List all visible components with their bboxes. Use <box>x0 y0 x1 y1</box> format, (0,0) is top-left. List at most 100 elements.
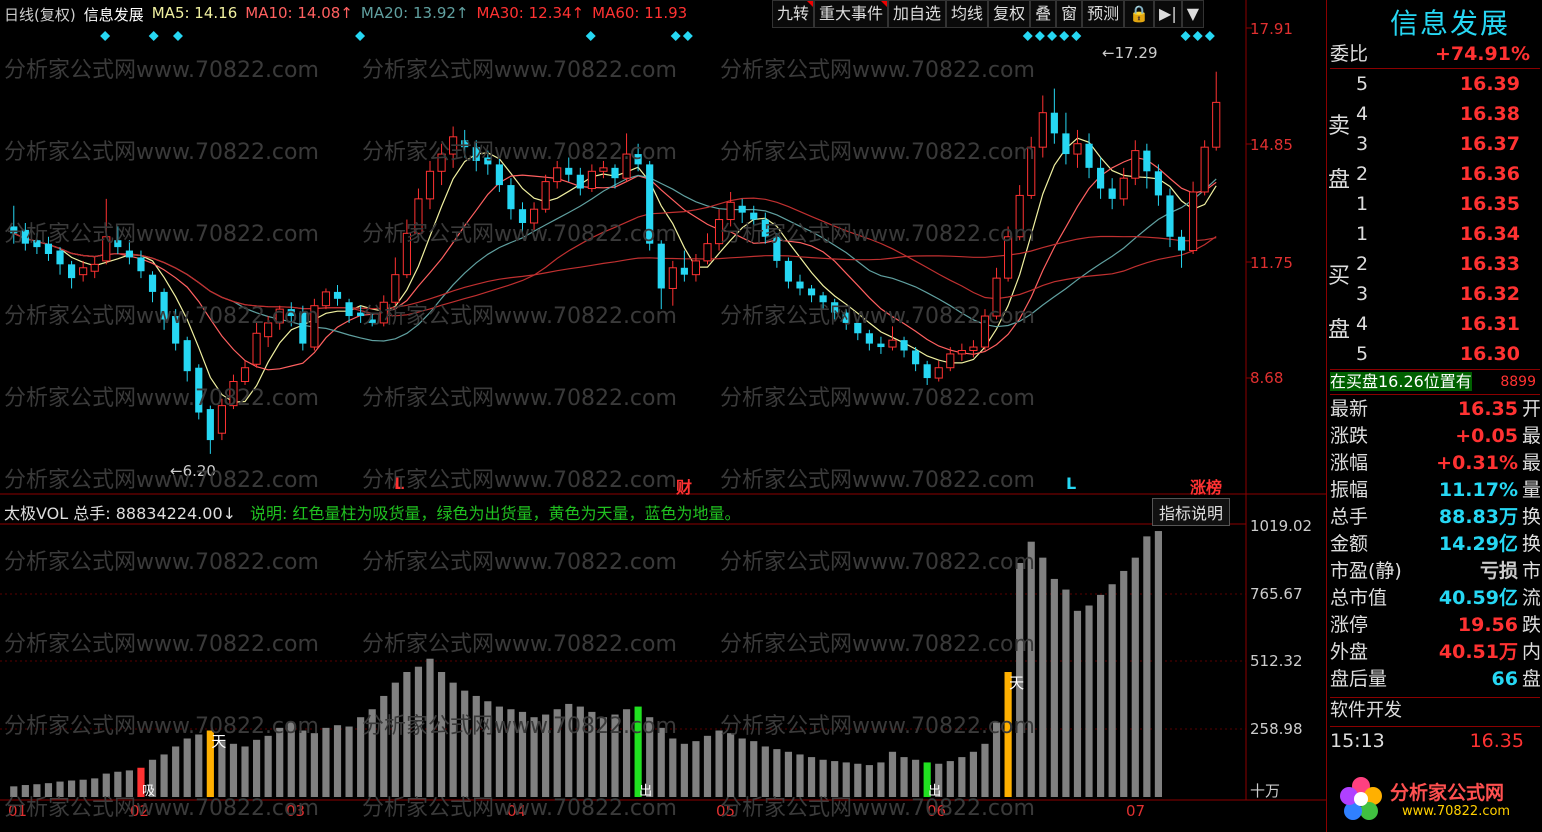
volume-bar <box>1050 578 1058 797</box>
event-diamond-icon <box>172 31 183 41</box>
indicator-help-button[interactable]: 指标说明 <box>1152 498 1231 526</box>
candle-body <box>299 312 307 344</box>
candle-body <box>611 167 619 179</box>
chevron-down-icon[interactable]: ▼ <box>1181 0 1205 28</box>
volume-bar <box>807 757 816 797</box>
candle-body <box>1189 191 1198 252</box>
volume-unit: 十万 <box>1250 782 1281 800</box>
event-diamond-icon <box>1180 31 1191 41</box>
volume-bar <box>195 734 203 797</box>
event-diamond-icon <box>1034 31 1045 41</box>
candle-body <box>923 364 931 379</box>
candle-body <box>553 167 562 183</box>
main-chart-canvas[interactable]: 天天出 出吸 <box>0 0 1326 832</box>
candle-body <box>495 164 503 186</box>
overlay-button[interactable]: 叠 <box>1030 0 1057 28</box>
candle-body <box>541 181 550 210</box>
stat-row: 市盈(静) 亏损市 <box>1330 558 1540 585</box>
candle-body <box>796 281 804 289</box>
volume-bar <box>530 717 538 797</box>
tian-label: 天 <box>1009 674 1024 692</box>
volume-bar <box>33 784 41 797</box>
stat-value: 11.17% <box>1438 479 1518 501</box>
volume-bar <box>56 781 64 797</box>
stat-value: 19.56 <box>1457 614 1518 636</box>
candle-body <box>137 257 145 272</box>
event-diamond-icon <box>1022 31 1033 41</box>
l-marker[interactable]: L <box>1066 474 1076 493</box>
candle-body <box>472 147 480 161</box>
candle-body <box>934 367 943 379</box>
financial-report-marker[interactable]: 财 <box>676 474 692 498</box>
side-stock-title: 信息发展 <box>1390 7 1511 40</box>
buy-row[interactable]: 4 16.31 <box>1356 310 1526 338</box>
window-button[interactable]: 窗 <box>1056 0 1083 28</box>
date-tick: 04 <box>507 802 527 820</box>
order-notice-text: 在买盘16.26位置有 <box>1330 372 1472 391</box>
stat-row: 振幅 11.17% 量 <box>1330 477 1540 504</box>
sell-row[interactable]: 2 16.36 <box>1356 160 1526 188</box>
candle-body <box>68 264 76 279</box>
volume-bar <box>1120 570 1128 797</box>
volume-bar <box>125 770 133 797</box>
adjust-button[interactable]: 复权 <box>988 0 1031 28</box>
indicator-description: 说明: 红色量柱为吸货量，绿色为出货量，黄色为天量，蓝色为地量。 <box>250 504 741 523</box>
lock-icon[interactable]: 🔒 <box>1124 0 1155 28</box>
ma30-label: MA30: 12.34↑ <box>476 4 585 22</box>
candle-body <box>738 205 746 213</box>
l-marker[interactable]: L <box>394 474 404 493</box>
stat-row: 总市值 40.59亿流 <box>1330 585 1540 612</box>
volume-bar <box>461 690 469 797</box>
stat-value: 16.35 <box>1457 398 1518 420</box>
add-watchlist-button[interactable]: 加自选 <box>888 0 947 28</box>
sell-row[interactable]: 3 16.37 <box>1356 130 1526 158</box>
candle-body <box>854 322 862 334</box>
candle-body <box>1177 236 1186 251</box>
top-gainers-marker[interactable]: 涨榜 <box>1190 474 1222 498</box>
tick-row: 15:13 16.35 <box>1330 726 1540 755</box>
volume-bar <box>172 746 180 797</box>
candle-body <box>240 367 250 383</box>
stat-value: 14.29亿 <box>1438 533 1518 555</box>
volume-bar <box>992 722 1001 797</box>
candle-body <box>275 308 284 324</box>
ma-legend: 日线(复权) 信息发展 MA5: 14.16 MA10: 14.08↑ MA20… <box>4 4 687 25</box>
stat-label: 市盈(静) <box>1330 560 1402 582</box>
sell-row[interactable]: 1 16.35 <box>1356 190 1526 218</box>
major-events-button[interactable]: 重大事件 <box>814 0 889 28</box>
sell-price: 16.36 <box>1459 163 1520 185</box>
volume-bar <box>611 714 619 797</box>
candle-body <box>1200 146 1209 193</box>
buy-label: 买盘 <box>1328 264 1351 343</box>
jiuzhuan-button[interactable]: 九转 <box>772 0 815 28</box>
stat-suffix: 量 <box>1522 479 1540 501</box>
volume-bar <box>160 754 168 797</box>
volume-bar <box>287 722 295 797</box>
price-tick: 14.85 <box>1250 136 1293 154</box>
buy-row[interactable]: 1 16.34 <box>1356 220 1526 248</box>
sell-row[interactable]: 5 16.39 <box>1356 70 1526 98</box>
ma-button[interactable]: 均线 <box>946 0 989 28</box>
candle-body <box>900 340 908 351</box>
forecast-button[interactable]: 预测 <box>1082 0 1125 28</box>
event-diamond-icon <box>1047 31 1058 41</box>
stat-suffix: 换 <box>1522 506 1540 528</box>
volume-bar <box>183 738 191 797</box>
volume-bar <box>784 751 793 797</box>
candle-body <box>1154 171 1162 196</box>
buy-row[interactable]: 5 16.30 <box>1356 340 1526 368</box>
sell-row[interactable]: 4 16.38 <box>1356 100 1526 128</box>
volume-bar <box>1097 594 1105 797</box>
stat-label: 涨停 <box>1330 614 1369 636</box>
ma60-line <box>13 232 1217 310</box>
play-end-icon[interactable]: ▶| <box>1154 0 1182 28</box>
buy-row[interactable]: 3 16.32 <box>1356 280 1526 308</box>
candle-body <box>980 315 990 348</box>
candle-body <box>1004 236 1013 279</box>
candle-body <box>957 349 966 355</box>
sell-price: 16.35 <box>1459 193 1520 215</box>
volume-bar <box>553 709 561 797</box>
buy-row[interactable]: 2 16.33 <box>1356 250 1526 278</box>
candle-body <box>484 157 492 165</box>
logo-title: 分析家公式网 <box>1390 782 1505 804</box>
